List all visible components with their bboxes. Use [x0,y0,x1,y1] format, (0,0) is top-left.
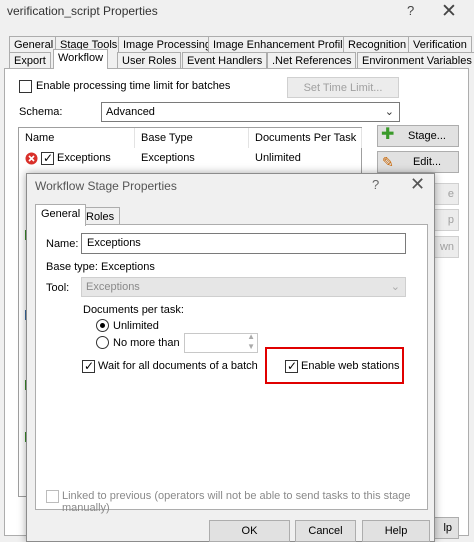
edit-stage-label: Edit... [412,156,442,168]
tab-image-enhancement-profiles[interactable]: Image Enhancement Profiles [208,36,360,53]
spin-down-icon[interactable]: ▼ [247,342,255,351]
linked-previous-label: Linked to previous (operators will not b… [62,490,411,514]
cancel-button[interactable]: Cancel [295,520,356,542]
schema-select[interactable]: Advanced ⌄ [101,102,400,122]
error-icon [25,152,38,165]
tab-general[interactable]: General [9,36,59,53]
batch-time-limit-checkbox[interactable] [19,80,32,93]
set-time-limit-button[interactable]: Set Time Limit... [287,77,399,98]
dialog-title: Workflow Stage Properties [35,179,177,193]
tool-label: Tool: [46,282,70,294]
tab-net-references[interactable]: .Net References [267,52,357,69]
docs-count-stepper[interactable]: ▲ ▼ [184,332,258,353]
schema-value: Advanced [106,106,155,118]
table-row[interactable]: Exceptions Exceptions Unlimited [19,148,361,168]
stage-enabled-checkbox[interactable] [41,152,54,165]
stage-name-cell: Exceptions [57,152,111,164]
chevron-down-icon: ⌄ [390,281,400,293]
web-stations-label: Enable web stations [301,360,400,372]
add-stage-button[interactable]: ✚ Stage... [377,125,459,147]
ok-button[interactable]: OK [209,520,290,542]
tab-image-processing[interactable]: Image Processing [118,36,217,53]
stage-docs-cell: Unlimited [255,152,301,164]
stage-base-type-cell: Exceptions [141,152,195,164]
unlimited-label: Unlimited [113,320,159,332]
add-stage-label: Stage... [408,130,446,142]
tab-event-handlers[interactable]: Event Handlers [182,52,268,69]
tab-recognition[interactable]: Recognition [343,36,412,53]
workflow-stage-dialog: Workflow Stage Properties ? ✕ General Ro… [26,173,435,542]
help-button[interactable]: Help [362,520,430,542]
tool-select[interactable]: Exceptions ⌄ [81,277,406,297]
tab-user-roles[interactable]: User Roles [117,52,182,69]
name-input[interactable]: Exceptions [81,233,406,254]
web-stations-checkbox[interactable] [285,360,298,373]
name-label: Name: [46,238,79,250]
tab-export[interactable]: Export [9,52,51,69]
tab-environment-variables[interactable]: Environment Variables [357,52,474,69]
wait-all-label: Wait for all documents of a batch [98,360,258,372]
dialog-help-icon[interactable]: ? [372,177,379,192]
dialog-tab-general[interactable]: General [35,204,87,226]
tool-value: Exceptions [86,281,140,293]
no-more-than-radio[interactable] [96,336,109,349]
dialog-close-icon[interactable]: ✕ [410,174,425,195]
unlimited-radio[interactable] [96,319,109,332]
column-header-base-type[interactable]: Base Type [135,128,249,148]
column-header-docs-per-task[interactable]: Documents Per Task [249,128,362,148]
chevron-down-icon: ⌄ [384,106,394,118]
plus-icon: ✚ [381,126,395,143]
base-type-label: Base type: Exceptions [46,261,155,273]
pencil-icon: ✎ [382,154,394,170]
tab-verification[interactable]: Verification [408,36,472,53]
docs-per-task-label: Documents per task: [83,304,184,316]
batch-time-limit-label: Enable processing time limit for batches [36,80,231,92]
no-more-than-label: No more than [113,337,180,349]
wait-all-checkbox[interactable] [82,360,95,373]
linked-previous-checkbox[interactable] [46,490,59,503]
close-icon[interactable]: ✕ [441,0,457,23]
edit-stage-button[interactable]: ✎ Edit... [377,151,459,173]
column-header-name[interactable]: Name [19,128,135,148]
spin-up-icon[interactable]: ▲ [247,332,255,341]
help-icon[interactable]: ? [407,3,414,18]
tab-workflow[interactable]: Workflow [53,49,109,69]
window-title: verification_script Properties [7,4,158,18]
schema-label: Schema: [19,106,63,118]
